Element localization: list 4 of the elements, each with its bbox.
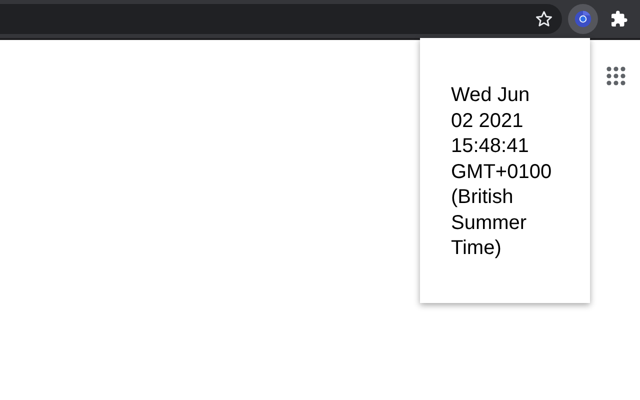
apps-grid-icon[interactable]	[606, 66, 626, 86]
extension-icon[interactable]	[568, 4, 598, 34]
date-time-text: Wed Jun 02 2021 15:48:41 GMT+0100 (British Summer Time)	[451, 83, 553, 261]
bookmark-star-icon[interactable]	[534, 9, 554, 29]
